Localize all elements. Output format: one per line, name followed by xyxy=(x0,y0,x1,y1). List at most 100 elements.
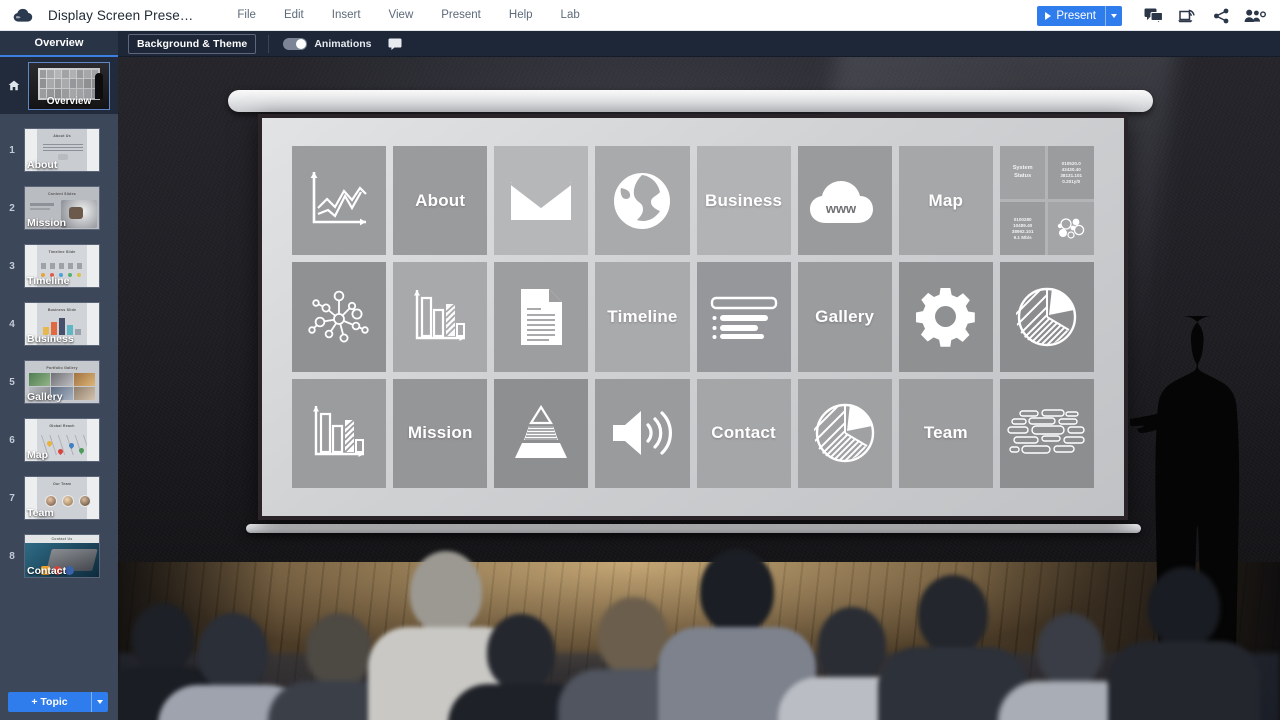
app-logo[interactable] xyxy=(0,8,48,23)
slide-thumbnail[interactable]: Business Slide Business xyxy=(24,302,100,346)
slides-sidebar: Overview 1 About Us About 2 Content Slid… xyxy=(0,57,118,720)
slide-number: 1 xyxy=(9,144,15,156)
slide-thumbnail[interactable]: Our Team Team xyxy=(24,476,100,520)
slide-number: 2 xyxy=(9,202,15,214)
list-item[interactable]: 1 About Us About xyxy=(0,121,118,179)
tile-list-lines[interactable] xyxy=(696,262,791,372)
background-theme-button[interactable]: Background & Theme xyxy=(128,33,257,54)
home-icon[interactable] xyxy=(3,80,25,91)
slide-thumbnail[interactable]: About Us About xyxy=(24,128,100,172)
toolbar-divider xyxy=(268,34,270,53)
menu-item-present[interactable]: Present xyxy=(427,5,495,25)
slide-title: Mission xyxy=(27,217,67,229)
tile-word-cloud[interactable] xyxy=(999,378,1094,488)
tile-pie-chart-2[interactable] xyxy=(797,378,892,488)
slide-thumbnail[interactable]: Global Reach Map xyxy=(24,418,100,462)
tile-mission[interactable]: Mission xyxy=(393,378,488,488)
tile-contact[interactable]: Contact xyxy=(696,378,791,488)
toggle-knob xyxy=(296,38,307,49)
menu-item-insert[interactable]: Insert xyxy=(318,5,375,25)
tile-team[interactable]: Team xyxy=(898,378,993,488)
menu-item-file[interactable]: File xyxy=(223,5,270,25)
slide-number: 5 xyxy=(9,376,15,388)
tab-overview[interactable]: Overview xyxy=(0,30,118,57)
slide-thumbnail[interactable]: Timeline Slide Timeline xyxy=(24,244,100,288)
slide-canvas[interactable]: About Business www Map System Status 010… xyxy=(118,57,1280,720)
toggle-switch[interactable] xyxy=(283,37,308,50)
tile-speaker[interactable] xyxy=(595,378,690,488)
tile-timeline[interactable]: Timeline xyxy=(595,262,690,372)
collaborators-icon[interactable] xyxy=(1238,0,1272,31)
play-icon xyxy=(1045,11,1052,20)
menu-item-view[interactable]: View xyxy=(375,5,428,25)
add-topic-label: + Topic xyxy=(31,696,68,708)
present-button[interactable]: Present xyxy=(1037,5,1122,26)
slide-thumbnail[interactable]: Content Slides Mission xyxy=(24,186,100,230)
tile-label: Gallery xyxy=(815,306,875,326)
slide-thumbnail[interactable]: Contact Us Contact xyxy=(24,534,100,578)
list-item[interactable]: 5 Portfolio Gallery Gallery xyxy=(0,353,118,411)
animations-toggle[interactable]: Animations xyxy=(283,37,372,50)
slide-thumb-heading: Business Slide xyxy=(47,308,77,312)
sidebar-item-overview[interactable]: Overview xyxy=(0,57,118,114)
cast-screen-icon[interactable] xyxy=(1170,0,1204,31)
tile-pyramid[interactable] xyxy=(494,378,589,488)
slide-title: Map xyxy=(27,449,48,461)
tile-cloud-www[interactable]: www xyxy=(797,146,892,256)
tile-document[interactable] xyxy=(494,262,589,372)
menu-bar: File Edit Insert View Present Help Lab xyxy=(223,5,593,25)
system-status-bandwidth-cell: 0100280 10489.40 38992.101 9.1 Mb/s xyxy=(999,202,1046,256)
tile-bar-chart-2[interactable] xyxy=(292,378,387,488)
list-item[interactable]: 2 Content Slides Mission xyxy=(0,179,118,237)
tile-business[interactable]: Business xyxy=(696,146,791,256)
slide-number: 4 xyxy=(9,318,15,330)
list-item[interactable]: 3 Timeline Slide Timeline xyxy=(0,237,118,295)
slide-thumb-heading: Contact Us xyxy=(51,537,73,541)
add-topic-caret[interactable] xyxy=(91,692,108,712)
comments-icon[interactable] xyxy=(1136,0,1170,31)
tile-bar-chart[interactable] xyxy=(393,262,488,372)
tile-about[interactable]: About xyxy=(393,146,488,256)
system-status-grid: System Status 010520.0 43430.40 38131.10… xyxy=(999,146,1094,256)
projector-screen-surface: About Business www Map System Status 010… xyxy=(262,118,1124,516)
tile-envelope[interactable] xyxy=(494,146,589,256)
slide-thumb-heading: Global Reach xyxy=(49,424,75,428)
list-lines-icon xyxy=(710,296,777,339)
projector-screen-bottom-bar xyxy=(246,524,1141,533)
tile-map[interactable]: Map xyxy=(898,146,993,256)
presentation-editor-window: Display Screen Prese… File Edit Insert V… xyxy=(0,0,1280,720)
network-nodes-icon xyxy=(308,290,369,343)
slide-thumbnail[interactable]: Portfolio Gallery Gallery xyxy=(24,360,100,404)
tile-line-chart[interactable] xyxy=(292,146,387,256)
bar-chart-icon xyxy=(414,289,466,341)
menu-item-help[interactable]: Help xyxy=(495,5,547,25)
tile-pie-chart[interactable] xyxy=(999,262,1094,372)
pie-chart-icon xyxy=(1015,287,1077,347)
add-topic-button[interactable]: + Topic xyxy=(8,692,108,712)
tile-globe[interactable] xyxy=(595,146,690,256)
present-dropdown-caret[interactable] xyxy=(1105,5,1122,26)
slide-number: 6 xyxy=(9,434,15,446)
tile-gear[interactable] xyxy=(898,262,993,372)
tile-gallery[interactable]: Gallery xyxy=(797,262,892,372)
overview-thumbnail-label: Overview xyxy=(46,95,92,107)
tile-label: Business xyxy=(704,190,783,210)
list-item[interactable]: 4 Business Slide Business xyxy=(0,295,118,353)
projector-screen: About Business www Map System Status 010… xyxy=(258,114,1128,520)
globe-icon xyxy=(614,172,671,229)
tile-system-status[interactable]: System Status 010520.0 43430.40 38131.10… xyxy=(999,146,1094,256)
tile-label: About xyxy=(415,190,466,210)
overview-thumbnail[interactable]: Overview xyxy=(28,61,110,110)
list-item[interactable]: 6 Global Reach Map xyxy=(0,411,118,469)
document-title: Display Screen Prese… xyxy=(48,7,194,23)
menu-item-lab[interactable]: Lab xyxy=(547,5,594,25)
list-item[interactable]: 8 Contact Us Contact xyxy=(0,527,118,585)
menu-item-edit[interactable]: Edit xyxy=(270,5,318,25)
top-bar-actions: Present xyxy=(1037,0,1272,31)
bubbles-icon xyxy=(1058,218,1085,239)
svg-text:www: www xyxy=(825,201,857,216)
comment-icon[interactable] xyxy=(388,38,402,50)
list-item[interactable]: 7 Our Team Team xyxy=(0,469,118,527)
tile-network-nodes[interactable] xyxy=(292,262,387,372)
share-icon[interactable] xyxy=(1204,0,1238,31)
